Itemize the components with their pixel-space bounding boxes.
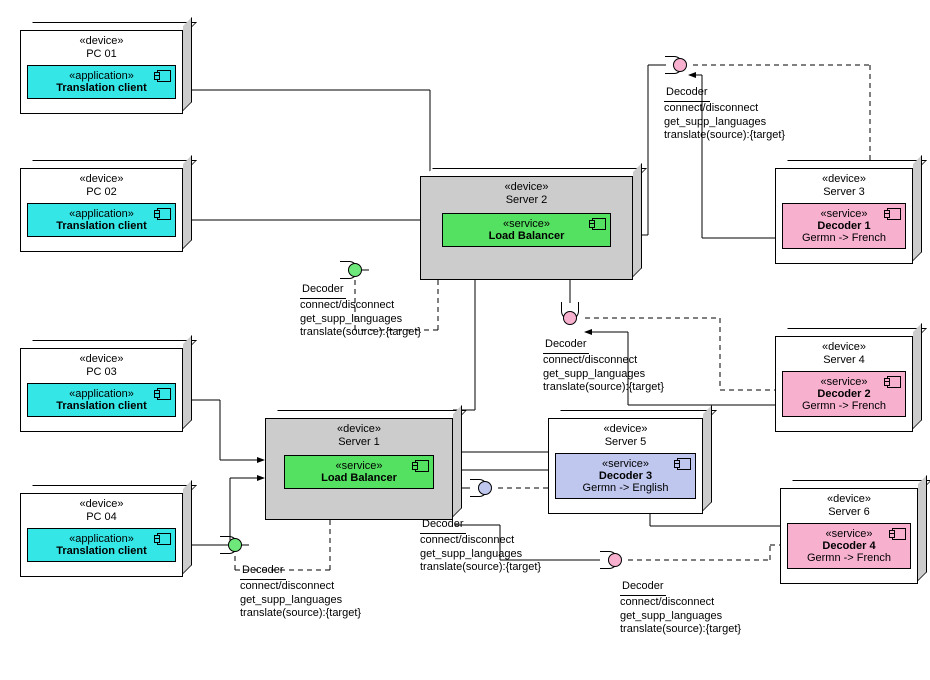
component-icon <box>157 70 171 82</box>
component-icon <box>677 458 691 470</box>
provided-interface-ball <box>673 58 687 72</box>
component-translation-client: «application»Translation client <box>27 203 176 237</box>
component-decoder: «service»Decoder 4Germn -> French <box>787 523 911 569</box>
interface-label: Decoderconnect/disconnectget_supp_langua… <box>420 518 541 575</box>
provided-interface-ball <box>348 263 362 277</box>
provided-interface-ball <box>608 553 622 567</box>
provided-interface-ball <box>478 481 492 495</box>
component-icon <box>157 208 171 220</box>
component-load-balancer: «service»Load Balancer <box>442 213 611 247</box>
interface-label: Decoderconnect/disconnectget_supp_langua… <box>664 86 785 143</box>
provided-interface-ball <box>228 538 242 552</box>
interface-label: Decoderconnect/disconnectget_supp_langua… <box>620 580 741 637</box>
component-icon <box>157 533 171 545</box>
interface-label: Decoderconnect/disconnectget_supp_langua… <box>543 338 664 395</box>
component-icon <box>415 460 429 472</box>
component-icon <box>887 376 901 388</box>
component-translation-client: «application»Translation client <box>27 383 176 417</box>
component-icon <box>592 218 606 230</box>
component-decoder: «service»Decoder 2Germn -> French <box>782 371 906 417</box>
component-icon <box>892 528 906 540</box>
component-icon <box>887 208 901 220</box>
component-icon <box>157 388 171 400</box>
component-load-balancer: «service»Load Balancer <box>284 455 434 489</box>
component-decoder: «service»Decoder 3Germn -> English <box>555 453 696 499</box>
component-translation-client: «application»Translation client <box>27 528 176 562</box>
component-decoder: «service»Decoder 1Germn -> French <box>782 203 906 249</box>
component-translation-client: «application»Translation client <box>27 65 176 99</box>
interface-label: Decoderconnect/disconnectget_supp_langua… <box>240 564 361 621</box>
provided-interface-ball <box>563 311 577 325</box>
interface-label: Decoderconnect/disconnectget_supp_langua… <box>300 283 421 340</box>
